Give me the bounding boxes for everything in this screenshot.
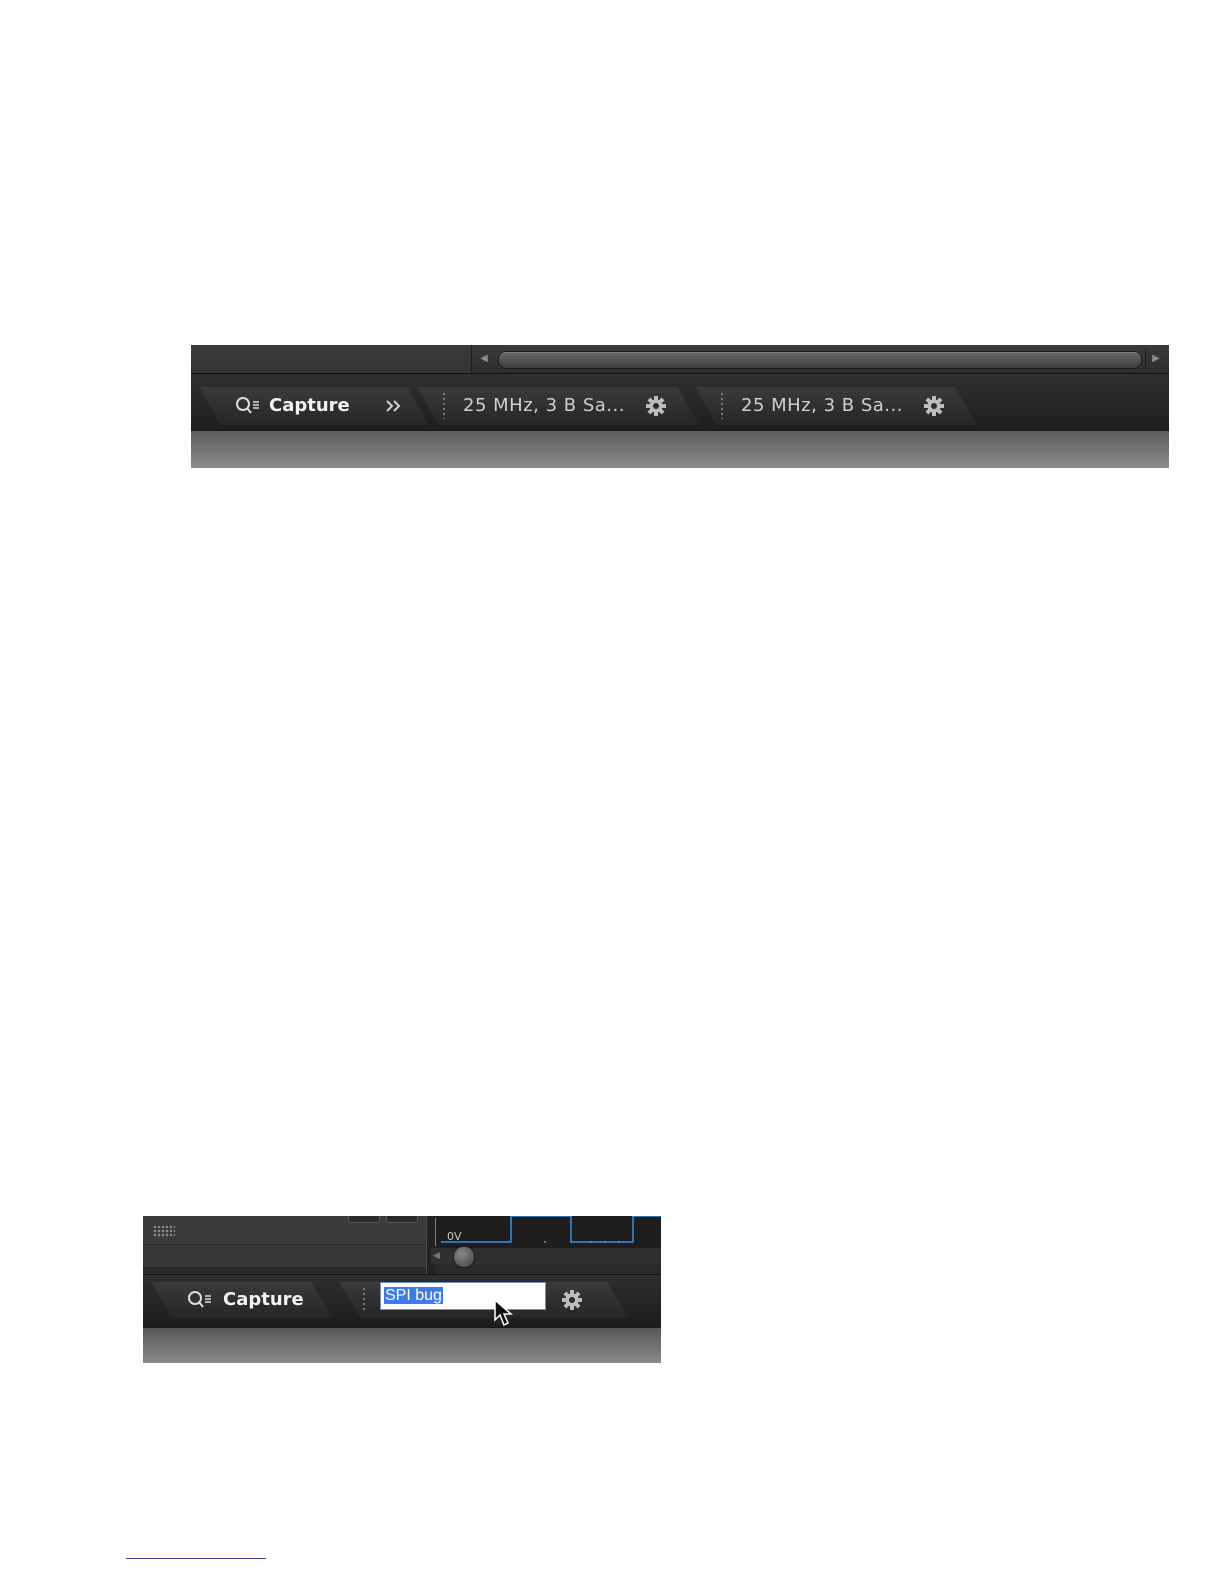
search-list-icon: [187, 1290, 213, 1310]
status-bar: [143, 1327, 661, 1363]
panel-button[interactable]: [386, 1216, 418, 1223]
channel-panel-footer: [143, 1244, 426, 1267]
tab-bar: Capture 25 MHz, 3 B Sa... 25 MHz, 3 B Sa…: [191, 373, 1169, 431]
search-list-icon: [235, 396, 261, 416]
channel-panel: [143, 1216, 426, 1244]
tab-capture-label: Capture: [269, 395, 350, 416]
tab-capture-session-2[interactable]: 25 MHz, 3 B Sa...: [695, 387, 977, 425]
gear-icon[interactable]: [645, 395, 667, 417]
scroll-thumb[interactable]: [453, 1246, 475, 1268]
waveform-scrollbar[interactable]: ◀: [431, 1246, 661, 1268]
scroll-left-arrow-icon[interactable]: ◀: [474, 349, 494, 369]
tab-session-2-label: 25 MHz, 3 B Sa...: [741, 395, 903, 416]
tabbar-screenshot-top: ◀ ▶ Capture 25 MHz, 3 B Sa... 25 MHz, 3 …: [191, 345, 1169, 468]
status-bar: [191, 430, 1169, 468]
scroll-left-arrow-icon[interactable]: ◀: [433, 1248, 440, 1264]
mouse-pointer-icon: [494, 1299, 513, 1327]
tab-capture[interactable]: Capture: [151, 1282, 333, 1318]
gear-icon[interactable]: [561, 1289, 583, 1311]
tab-capture-label: Capture: [223, 1289, 304, 1310]
waveform-view[interactable]: 0V: [434, 1216, 661, 1248]
scroll-left-pane: [191, 345, 472, 373]
drag-handle-icon[interactable]: [721, 393, 723, 419]
drag-handle-icon[interactable]: [363, 1288, 365, 1312]
panel-button[interactable]: [348, 1216, 380, 1223]
drag-handle-icon[interactable]: [443, 393, 445, 419]
scroll-right-arrow-icon[interactable]: ▶: [1145, 349, 1166, 369]
scroll-thumb[interactable]: [498, 351, 1142, 369]
voltage-label: 0V: [447, 1230, 462, 1243]
gear-icon[interactable]: [923, 395, 945, 417]
tab-capture[interactable]: Capture: [199, 387, 399, 425]
waveform-trace: [434, 1216, 661, 1246]
tab-capture-session-1[interactable]: 25 MHz, 3 B Sa...: [417, 387, 699, 425]
double-chevron-right-icon: [385, 399, 403, 413]
tab-session-1-label: 25 MHz, 3 B Sa...: [463, 395, 625, 416]
tabbar-screenshot-rename: 0V ◀ Capture SPI bug: [143, 1216, 661, 1363]
pane-divider[interactable]: [426, 1216, 435, 1278]
selected-text: SPI bug: [384, 1287, 443, 1304]
tab-rename-input[interactable]: SPI bug: [380, 1282, 546, 1310]
horizontal-scrollbar[interactable]: ◀ ▶: [191, 345, 1169, 373]
footnote-separator: [126, 1558, 266, 1559]
grip-icon[interactable]: [153, 1225, 175, 1237]
